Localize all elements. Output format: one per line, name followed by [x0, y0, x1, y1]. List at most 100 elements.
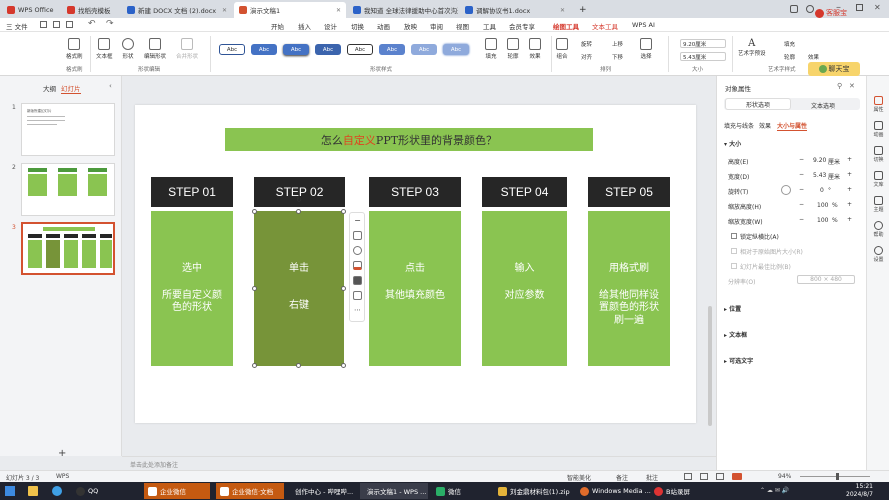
- tab-text-options[interactable]: 文本选项: [811, 101, 835, 110]
- menu-animation[interactable]: 动画: [377, 21, 390, 31]
- file-menu[interactable]: 三 文件: [6, 21, 28, 31]
- window-icon[interactable]: [790, 5, 798, 13]
- scale-width-increment[interactable]: +: [847, 216, 852, 223]
- maximize-icon[interactable]: [856, 4, 863, 11]
- text-outline-button[interactable]: 轮廓: [784, 53, 795, 61]
- resize-handle[interactable]: [296, 363, 301, 368]
- height-input[interactable]: 9.20厘米: [680, 39, 726, 48]
- resize-handle[interactable]: [252, 363, 257, 368]
- subtab-size[interactable]: 大小与属性: [777, 121, 808, 131]
- scale-height-value[interactable]: 100: [817, 202, 828, 209]
- menu-text-tools[interactable]: 文本工具: [592, 21, 618, 31]
- side-item-help[interactable]: 帮助: [870, 221, 887, 238]
- menu-view[interactable]: 视图: [456, 21, 469, 31]
- zoom-slider-thumb[interactable]: [836, 473, 839, 480]
- step-box[interactable]: 输入 对应参数: [482, 211, 567, 366]
- step-header[interactable]: STEP 05: [588, 177, 670, 207]
- collapse-icon[interactable]: ‹: [109, 82, 112, 90]
- redo-icon[interactable]: ↷: [106, 19, 114, 29]
- resize-handle[interactable]: [341, 209, 346, 214]
- resolution-select[interactable]: 800 × 480: [797, 275, 855, 284]
- resize-handle[interactable]: [341, 286, 346, 291]
- menu-start[interactable]: 开始: [271, 21, 284, 31]
- file-explorer-icon[interactable]: [28, 486, 38, 496]
- side-item-theme[interactable]: 主题: [870, 196, 887, 213]
- width-decrement[interactable]: −: [799, 171, 804, 178]
- new-tab-button[interactable]: +: [574, 2, 592, 18]
- effect-button[interactable]: 效果: [529, 38, 541, 60]
- tab-legal-doc[interactable]: 我知道 全球法律援助中心首次沟通: [348, 2, 458, 18]
- tab-agreement[interactable]: 调解协议书1.docx ✕: [460, 2, 570, 18]
- slide-thumbnail-2[interactable]: [21, 163, 115, 216]
- tab-slides[interactable]: 幻灯片: [61, 83, 81, 94]
- more-icon[interactable]: ⋯: [353, 307, 362, 316]
- resize-handle[interactable]: [252, 286, 257, 291]
- close-icon[interactable]: ✕: [336, 7, 341, 14]
- taskbar-qq[interactable]: QQ: [72, 483, 102, 499]
- scale-height-increment[interactable]: +: [847, 201, 852, 208]
- pin-icon[interactable]: ⚲: [837, 82, 842, 90]
- print-icon[interactable]: [66, 21, 73, 28]
- resize-handle[interactable]: [296, 209, 301, 214]
- taskbar-media[interactable]: Windows Media ...: [576, 483, 655, 499]
- fill-icon[interactable]: [353, 261, 362, 270]
- scale-width-value[interactable]: 100: [817, 217, 828, 224]
- step-box[interactable]: 选中 所要自定义颜色的形状: [151, 211, 233, 366]
- close-icon[interactable]: ✕: [849, 82, 855, 90]
- shape-button[interactable]: 形状: [122, 38, 134, 60]
- side-item-properties[interactable]: 属性: [870, 96, 887, 113]
- step-box[interactable]: 点击 其他填充颜色: [369, 211, 461, 366]
- section-size[interactable]: ▾ 大小: [724, 139, 741, 148]
- menu-review[interactable]: 审阅: [430, 21, 443, 31]
- tray-icons[interactable]: ⌃ ☁ ✉ 🔊: [760, 487, 789, 494]
- taskbar-wecom-doc[interactable]: 企业微信·文档: [216, 483, 284, 499]
- height-value[interactable]: 9.20: [813, 157, 826, 164]
- menu-wps-ai[interactable]: WPS AI: [632, 21, 655, 29]
- section-position[interactable]: ▸ 位置: [724, 304, 741, 313]
- fill-button[interactable]: 填充: [485, 38, 497, 60]
- merge-shape-button[interactable]: 合并形状: [176, 38, 198, 60]
- style-preset-5[interactable]: Abc: [347, 44, 373, 55]
- tab-shape-options[interactable]: 形状选项: [725, 98, 791, 110]
- normal-view-icon[interactable]: [684, 473, 692, 480]
- taskbar-wecom[interactable]: 企业微信: [144, 483, 210, 499]
- step-header[interactable]: STEP 03: [369, 177, 461, 207]
- side-item-animation[interactable]: 动画: [870, 121, 887, 138]
- skin-icon[interactable]: [806, 5, 814, 13]
- subtab-effect[interactable]: 效果: [759, 121, 771, 130]
- browser-icon[interactable]: [52, 486, 62, 496]
- section-textbox[interactable]: ▸ 文本框: [724, 330, 747, 339]
- layers-icon[interactable]: [353, 231, 362, 240]
- wordart-preset-button[interactable]: A 艺术字预设: [738, 38, 766, 57]
- menu-drawing-tools[interactable]: 绘图工具: [553, 21, 579, 34]
- outline-icon[interactable]: [353, 276, 362, 285]
- add-slide-button[interactable]: +: [58, 448, 66, 459]
- height-decrement[interactable]: −: [799, 156, 804, 163]
- step-box-selected[interactable]: 单击 右键: [254, 211, 344, 366]
- tab-template[interactable]: 找稻壳模板: [62, 2, 120, 18]
- tab-docx[interactable]: 新建 DOCX 文档 (2).docx ✕: [122, 2, 232, 18]
- menu-design[interactable]: 设计: [324, 21, 337, 31]
- close-icon[interactable]: ✕: [560, 7, 565, 14]
- side-item-transition[interactable]: 切换: [870, 146, 887, 163]
- beautify-button[interactable]: 智能美化: [567, 473, 591, 482]
- subtab-fill-line[interactable]: 填充与线条: [724, 121, 754, 130]
- step-header[interactable]: STEP 01: [151, 177, 233, 207]
- chat-widget[interactable]: 聊天宝: [808, 62, 860, 76]
- style-preset-3[interactable]: Abc: [283, 44, 309, 55]
- close-icon[interactable]: ✕: [222, 7, 227, 14]
- comment-toggle[interactable]: 批注: [646, 473, 658, 482]
- outline-button[interactable]: 轮廓: [507, 38, 519, 60]
- select-button[interactable]: 选择: [640, 38, 652, 60]
- zoom-slider[interactable]: [800, 476, 870, 477]
- best-scale-checkbox[interactable]: [731, 263, 737, 269]
- slide-thumbnail-3[interactable]: [21, 222, 115, 275]
- menu-insert[interactable]: 插入: [298, 21, 311, 31]
- style-preset-7[interactable]: Abc: [411, 44, 437, 55]
- relative-size-checkbox[interactable]: [731, 248, 737, 254]
- slide-canvas[interactable]: 怎么 自定义 PPT形状里的背景颜色？ STEP 01 STEP 02 STEP 0…: [135, 105, 696, 423]
- collapse-icon[interactable]: −: [353, 217, 362, 226]
- style-preset-4[interactable]: Abc: [315, 44, 341, 55]
- section-alt-text[interactable]: ▸ 可选文字: [724, 356, 753, 365]
- slide-thumbnail-1[interactable]: 新版所建幻灯片: [21, 103, 115, 156]
